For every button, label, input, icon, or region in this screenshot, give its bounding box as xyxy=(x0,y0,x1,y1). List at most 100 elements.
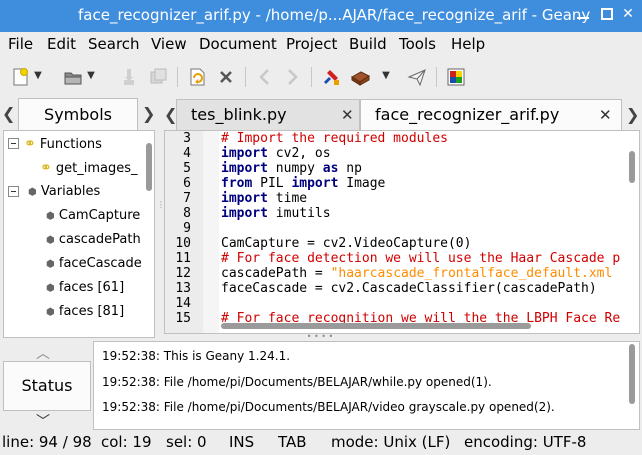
tab-label: tes_blink.py xyxy=(191,105,287,124)
new-file-button[interactable] xyxy=(9,66,31,88)
messages-scrollbar[interactable] xyxy=(625,342,639,429)
status-messages: 19:52:38: This is Geany 1.24.1. 19:52:38… xyxy=(93,341,640,430)
compile-button[interactable] xyxy=(320,66,342,88)
line-number: 5 xyxy=(183,161,191,176)
variable-icon: ⬢ xyxy=(46,259,55,270)
tree-item-variable[interactable]: ⬢ faces [81] xyxy=(46,301,124,323)
save-icon xyxy=(124,69,134,85)
code-editor[interactable]: 3 4 5 6 7 8 9 10 11 12 13 14 15 # Import… xyxy=(164,130,640,334)
code-line: from PIL import Image xyxy=(221,176,386,191)
pane-splitter-handle[interactable]: ⋮ xyxy=(157,200,165,230)
tab-tes-blink[interactable]: tes_blink.py ✕ xyxy=(176,99,360,130)
toolbar-separator xyxy=(177,67,178,87)
menu-search[interactable]: Search xyxy=(88,35,140,53)
menu-file[interactable]: File xyxy=(8,35,33,53)
collapse-functions-icon[interactable] xyxy=(8,138,19,149)
navigate-back-button[interactable] xyxy=(254,66,276,88)
line-number: 8 xyxy=(183,206,191,221)
collapse-variables-icon[interactable] xyxy=(8,186,19,197)
status-insert-mode: INS xyxy=(229,433,255,451)
tree-group-label: Functions xyxy=(39,137,102,152)
open-file-icon xyxy=(64,72,82,85)
recent-files-dropdown[interactable]: ▼ xyxy=(86,68,96,84)
line-number: 7 xyxy=(183,191,191,206)
message-tabs: ︿ Status ﹀ xyxy=(0,341,92,430)
close-tab-icon[interactable]: ✕ xyxy=(341,100,354,130)
run-icon xyxy=(407,69,426,87)
tabs-scroll-down-icon[interactable]: ﹀ xyxy=(36,411,50,431)
run-button[interactable] xyxy=(406,66,428,88)
tree-item-function[interactable]: ⚭ get_images_ xyxy=(40,157,138,179)
tab-symbols[interactable]: Symbols xyxy=(18,98,138,130)
editor-vscroll-thumb[interactable] xyxy=(629,151,635,183)
code-line: import time xyxy=(221,191,308,206)
menu-build[interactable]: Build xyxy=(349,35,387,53)
tree-item-label: CamCapture xyxy=(58,208,141,223)
back-icon xyxy=(259,69,269,85)
editor-tab-bar: ❮ tes_blink.py ✕ face_recognizer_arif.py… xyxy=(162,96,642,130)
variable-icon: ⬢ xyxy=(46,307,55,318)
tree-item-label: faces [81] xyxy=(58,304,125,319)
fold-margin[interactable] xyxy=(203,131,219,333)
open-file-button[interactable] xyxy=(62,66,84,88)
sidebar-scrollbar[interactable] xyxy=(145,143,153,325)
sidebar-scroll-thumb[interactable] xyxy=(146,143,152,191)
build-icon xyxy=(351,71,370,86)
menu-view[interactable]: View xyxy=(151,35,187,53)
close-window-button[interactable]: ✕ xyxy=(621,7,635,21)
message-line: 19:52:38: This is Geany 1.24.1. xyxy=(102,349,291,363)
tree-group-variables[interactable]: ⬢ Variables xyxy=(28,181,100,203)
tab-status[interactable]: Status xyxy=(3,361,91,411)
status-column: col: 19 xyxy=(101,433,152,451)
code-line: import imutils xyxy=(221,206,331,221)
editor-horizontal-scrollbar[interactable] xyxy=(165,319,625,333)
build-button[interactable] xyxy=(349,66,371,88)
functions-icon: ⚭ xyxy=(24,136,36,152)
menu-edit[interactable]: Edit xyxy=(47,35,76,53)
close-file-icon xyxy=(220,71,232,83)
editor-hscroll-thumb[interactable] xyxy=(221,323,531,329)
new-from-template-dropdown[interactable]: ▼ xyxy=(33,68,43,84)
sidebar-scroll-right-icon[interactable]: ❯ xyxy=(142,104,156,123)
tree-item-label: get_images_ xyxy=(55,161,138,176)
sidebar-scroll-left-icon[interactable]: ❮ xyxy=(2,104,16,123)
build-options-dropdown[interactable]: ▼ xyxy=(381,68,391,84)
menu-tools[interactable]: Tools xyxy=(399,35,436,53)
tree-item-variable[interactable]: ⬢ faces [61] xyxy=(46,277,124,299)
tree-item-variable[interactable]: ⬢ cascadePath xyxy=(46,229,141,251)
tree-item-variable[interactable]: ⬢ CamCapture xyxy=(46,205,140,227)
editor-vertical-scrollbar[interactable] xyxy=(625,131,639,319)
color-chooser-button[interactable] xyxy=(445,66,467,88)
navigate-forward-button[interactable] xyxy=(281,66,303,88)
tree-item-label: faces [61] xyxy=(58,280,125,295)
tree-group-functions[interactable]: ⚭ Functions xyxy=(24,133,102,155)
menu-document[interactable]: Document xyxy=(199,35,277,53)
messages-scroll-thumb[interactable] xyxy=(629,344,635,404)
tree-item-variable[interactable]: ⬢ faceCascade xyxy=(46,253,142,275)
tree-item-label: cascadePath xyxy=(58,232,141,247)
tabs-scroll-up-icon[interactable]: ︿ xyxy=(36,343,50,363)
minimize-icon xyxy=(577,17,589,19)
symbol-tree: ⚭ Functions ⚭ get_images_ ⬢ Variables ⬢ … xyxy=(3,130,155,338)
reload-button[interactable] xyxy=(186,66,208,88)
menu-project[interactable]: Project xyxy=(286,35,337,53)
save-all-button[interactable] xyxy=(147,66,169,88)
close-file-button[interactable] xyxy=(215,66,237,88)
close-tab-icon[interactable]: ✕ xyxy=(599,100,612,130)
save-button[interactable] xyxy=(118,66,140,88)
tab-label: face_recognizer_arif.py xyxy=(375,105,560,124)
toolbar-separator xyxy=(245,67,246,87)
minimize-button[interactable] xyxy=(576,7,590,21)
code-line: faceCascade = cv2.CascadeClassifier(casc… xyxy=(221,281,597,296)
tabs-scroll-right-icon[interactable]: ❯ xyxy=(626,105,640,124)
window-title: face_recognizer_arif.py - /home/p...AJAR… xyxy=(78,6,591,24)
line-number: 14 xyxy=(175,296,191,311)
tab-face-recognizer-arif[interactable]: face_recognizer_arif.py ✕ xyxy=(360,99,622,130)
menu-help[interactable]: Help xyxy=(451,35,485,53)
sidebar: ❮ Symbols ❯ ⚭ Functions ⚭ get_images_ ⬢ … xyxy=(0,96,160,338)
status-indent-mode: TAB xyxy=(278,433,307,451)
variable-icon: ⬢ xyxy=(46,283,55,294)
message-splitter-handle[interactable]: • • • • xyxy=(300,333,340,341)
line-number: 9 xyxy=(183,221,191,236)
maximize-button[interactable] xyxy=(600,7,614,21)
